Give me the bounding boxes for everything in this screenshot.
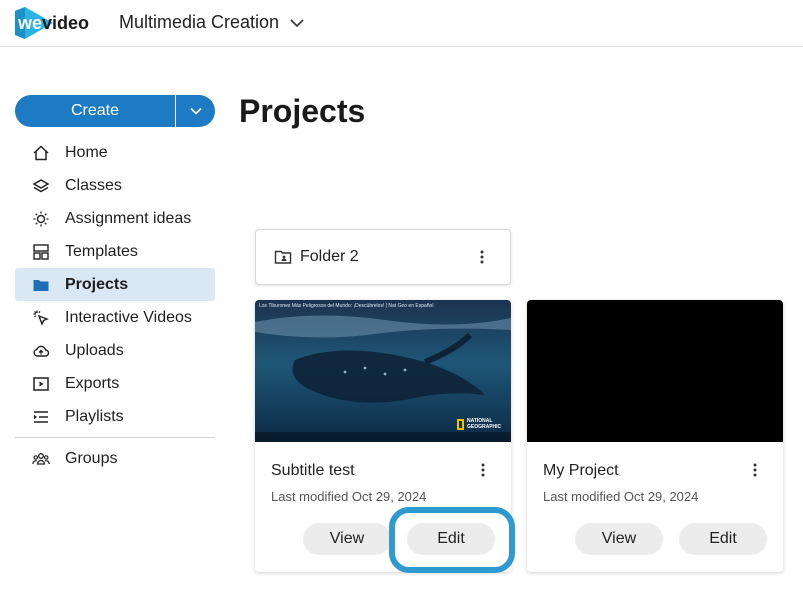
cursor-click-icon	[31, 308, 51, 328]
kebab-menu-icon	[480, 250, 484, 264]
project-thumbnail[interactable]: Los Tiburones Más Peligrosos del Mundo: …	[255, 300, 511, 442]
sidebar-item-label: Home	[65, 143, 108, 161]
sidebar-item-templates[interactable]: Templates	[15, 235, 215, 268]
video-controls-bar	[255, 432, 511, 442]
edit-button[interactable]: Edit	[679, 523, 767, 555]
project-name: Subtitle test	[271, 462, 355, 479]
workspace-switcher[interactable]: Multimedia Creation	[119, 12, 305, 33]
project-more-menu[interactable]	[473, 460, 493, 480]
svg-text:video: video	[42, 13, 89, 33]
natgeo-text: NATIONAL GEOGRAPHIC	[467, 418, 502, 430]
sidebar-item-label: Templates	[65, 242, 138, 260]
workspace-name: Multimedia Creation	[119, 12, 280, 32]
sidebar-item-playlists[interactable]: Playlists	[15, 400, 215, 433]
project-thumbnail[interactable]	[527, 300, 783, 442]
sidebar-item-exports[interactable]: Exports	[15, 367, 215, 400]
sidebar-item-groups[interactable]: Groups	[15, 442, 215, 475]
chevron-down-icon	[189, 107, 202, 115]
playlist-icon	[31, 407, 51, 427]
sidebar-item-label: Interactive Videos	[65, 308, 192, 326]
wevideo-logo[interactable]: we video	[15, 7, 99, 39]
view-button[interactable]: View	[575, 523, 663, 555]
project-more-menu[interactable]	[745, 460, 765, 480]
templates-icon	[31, 242, 51, 262]
folder-card[interactable]: Folder 2	[255, 229, 511, 285]
shared-folder-icon	[274, 250, 292, 264]
create-button-group: Create	[15, 95, 215, 127]
folder-name: Folder 2	[300, 248, 359, 265]
sidebar-item-uploads[interactable]: Uploads	[15, 334, 215, 367]
video-title-overlay: Los Tiburones Más Peligrosos del Mundo: …	[259, 303, 434, 309]
sidebar-item-label: Projects	[65, 275, 129, 293]
sidebar-item-label: Playlists	[65, 407, 124, 425]
sidebar-item-assignment-ideas[interactable]: Assignment ideas	[15, 202, 215, 235]
folder-more-menu[interactable]	[472, 247, 492, 267]
project-last-modified: Last modified Oct 29, 2024	[271, 489, 427, 504]
kebab-menu-icon	[481, 463, 485, 477]
sidebar-divider	[15, 437, 215, 438]
create-button[interactable]: Create	[15, 95, 175, 127]
chevron-down-icon	[290, 18, 304, 27]
create-dropdown-toggle[interactable]	[175, 95, 215, 127]
national-geographic-badge: NATIONAL GEOGRAPHIC	[457, 418, 502, 430]
sidebar-nav: Home Classes Assignment ideas Templates …	[15, 136, 215, 475]
project-last-modified: Last modified Oct 29, 2024	[543, 489, 699, 504]
project-name: My Project	[543, 462, 619, 479]
natgeo-logo-icon	[457, 418, 464, 430]
kebab-menu-icon	[753, 463, 757, 477]
groups-icon	[31, 449, 51, 469]
home-icon	[31, 143, 51, 163]
play-square-icon	[31, 374, 51, 394]
sidebar-item-label: Classes	[65, 176, 122, 194]
edit-button[interactable]: Edit	[407, 523, 495, 555]
cloud-upload-icon	[31, 341, 51, 361]
layers-icon	[31, 176, 51, 196]
sidebar-item-home[interactable]: Home	[15, 136, 215, 169]
top-bar: we video Multimedia Creation	[0, 0, 803, 47]
sidebar-item-label: Exports	[65, 374, 120, 392]
sidebar-item-classes[interactable]: Classes	[15, 169, 215, 202]
folder-icon	[31, 275, 51, 295]
lightbulb-icon	[31, 209, 51, 229]
sidebar-item-projects[interactable]: Projects	[15, 268, 215, 301]
view-button[interactable]: View	[303, 523, 391, 555]
sidebar-item-label: Assignment ideas	[65, 209, 192, 227]
sidebar-item-interactive-videos[interactable]: Interactive Videos	[15, 301, 215, 334]
project-card[interactable]: Los Tiburones Más Peligrosos del Mundo: …	[255, 300, 511, 572]
sidebar-item-label: Uploads	[65, 341, 124, 359]
sidebar-item-label: Groups	[65, 449, 118, 467]
svg-text:we: we	[17, 13, 42, 33]
page-title: Projects	[239, 93, 366, 129]
project-card[interactable]: My Project Last modified Oct 29, 2024 Vi…	[527, 300, 783, 572]
